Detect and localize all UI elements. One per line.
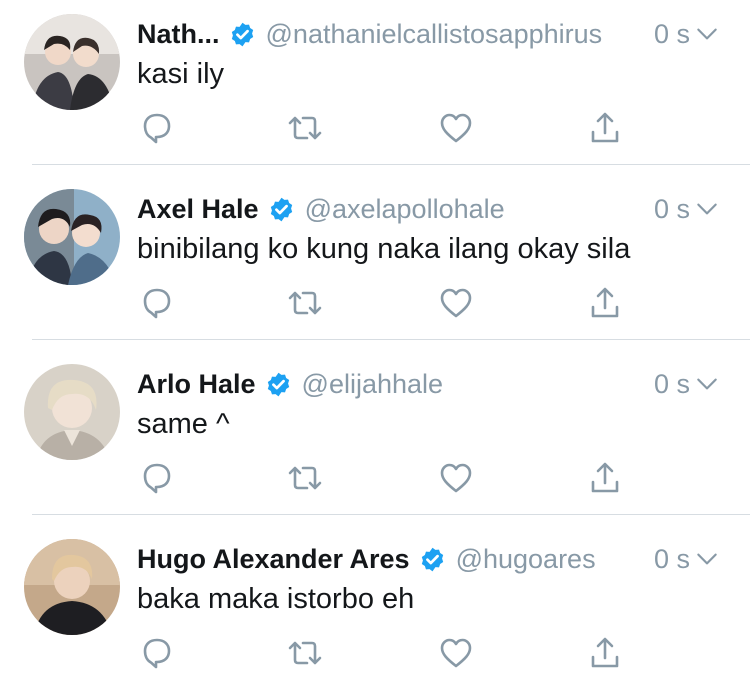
tweet-actions <box>0 108 750 148</box>
divider <box>32 514 750 515</box>
reply-button[interactable] <box>137 633 177 673</box>
retweet-icon <box>288 466 322 490</box>
reply-button[interactable] <box>137 108 177 148</box>
verified-badge-icon <box>267 372 289 396</box>
tweet-actions <box>0 458 750 498</box>
timestamp: 0 s <box>653 193 690 224</box>
retweet-button[interactable] <box>285 283 325 323</box>
display-name[interactable]: Arlo Hale <box>137 369 256 400</box>
avatar[interactable] <box>24 189 120 285</box>
divider <box>32 164 750 165</box>
tweet-header: Axel Hale @axelapollohale 0 s <box>137 189 720 229</box>
display-name[interactable]: Nath... <box>137 19 220 50</box>
share-button[interactable] <box>585 633 625 673</box>
timestamp: 0 s <box>653 368 690 399</box>
heart-icon <box>440 288 472 318</box>
verified-badge-icon <box>270 197 292 221</box>
chevron-down-icon[interactable] <box>694 196 720 222</box>
display-name[interactable]: Hugo Alexander Ares <box>137 544 410 575</box>
heart-icon <box>440 113 472 143</box>
share-icon <box>591 287 619 318</box>
tweet-actions <box>0 283 750 323</box>
tweet-actions <box>0 633 750 673</box>
user-handle[interactable]: @hugoares <box>456 544 646 575</box>
display-name[interactable]: Axel Hale <box>137 194 259 225</box>
timestamp: 0 s <box>653 18 690 49</box>
tweet-text: baka maka istorbo eh <box>137 583 415 615</box>
reply-icon <box>143 113 171 144</box>
heart-icon <box>440 638 472 668</box>
tweet-text: same ^ <box>137 408 230 440</box>
retweet-button[interactable] <box>285 458 325 498</box>
share-icon <box>591 637 619 668</box>
avatar[interactable] <box>24 539 120 635</box>
tweet-header: Hugo Alexander Ares @hugoares 0 s <box>137 539 720 579</box>
share-icon <box>591 112 619 143</box>
like-button[interactable] <box>436 458 476 498</box>
user-handle[interactable]: @axelapollohale <box>305 194 646 225</box>
tweet[interactable]: Hugo Alexander Ares @hugoares 0 s baka m… <box>0 525 750 700</box>
like-button[interactable] <box>436 108 476 148</box>
share-button[interactable] <box>585 458 625 498</box>
user-handle[interactable]: @nathanielcallistosapphirus <box>266 19 646 50</box>
chevron-down-icon[interactable] <box>694 21 720 47</box>
tweet-header: Nath... @nathanielcallistosapphirus 0 s <box>137 14 720 54</box>
tweet-text: binibilang ko kung naka ilang okay sila <box>137 233 631 265</box>
tweet-feed: Nath... @nathanielcallistosapphirus 0 s … <box>0 0 750 680</box>
avatar[interactable] <box>24 14 120 110</box>
reply-button[interactable] <box>137 283 177 323</box>
tweet[interactable]: Nath... @nathanielcallistosapphirus 0 s … <box>0 0 750 175</box>
retweet-icon <box>288 641 322 665</box>
retweet-icon <box>288 116 322 140</box>
verified-badge-icon <box>231 22 253 46</box>
avatar[interactable] <box>24 364 120 460</box>
timestamp: 0 s <box>653 543 690 574</box>
divider <box>32 339 750 340</box>
chevron-down-icon[interactable] <box>694 546 720 572</box>
retweet-icon <box>288 291 322 315</box>
user-handle[interactable]: @elijahhale <box>302 369 646 400</box>
tweet[interactable]: Arlo Hale @elijahhale 0 s same ^ <box>0 350 750 525</box>
reply-icon <box>143 288 171 319</box>
reply-icon <box>143 463 171 494</box>
retweet-button[interactable] <box>285 108 325 148</box>
verified-badge-icon <box>421 547 443 571</box>
tweet[interactable]: Axel Hale @axelapollohale 0 s binibilang… <box>0 175 750 350</box>
retweet-button[interactable] <box>285 633 325 673</box>
reply-button[interactable] <box>137 458 177 498</box>
heart-icon <box>440 463 472 493</box>
chevron-down-icon[interactable] <box>694 371 720 397</box>
share-icon <box>591 462 619 493</box>
like-button[interactable] <box>436 283 476 323</box>
share-button[interactable] <box>585 108 625 148</box>
like-button[interactable] <box>436 633 476 673</box>
share-button[interactable] <box>585 283 625 323</box>
reply-icon <box>143 638 171 669</box>
tweet-text: kasi ily <box>137 58 225 90</box>
tweet-header: Arlo Hale @elijahhale 0 s <box>137 364 720 404</box>
